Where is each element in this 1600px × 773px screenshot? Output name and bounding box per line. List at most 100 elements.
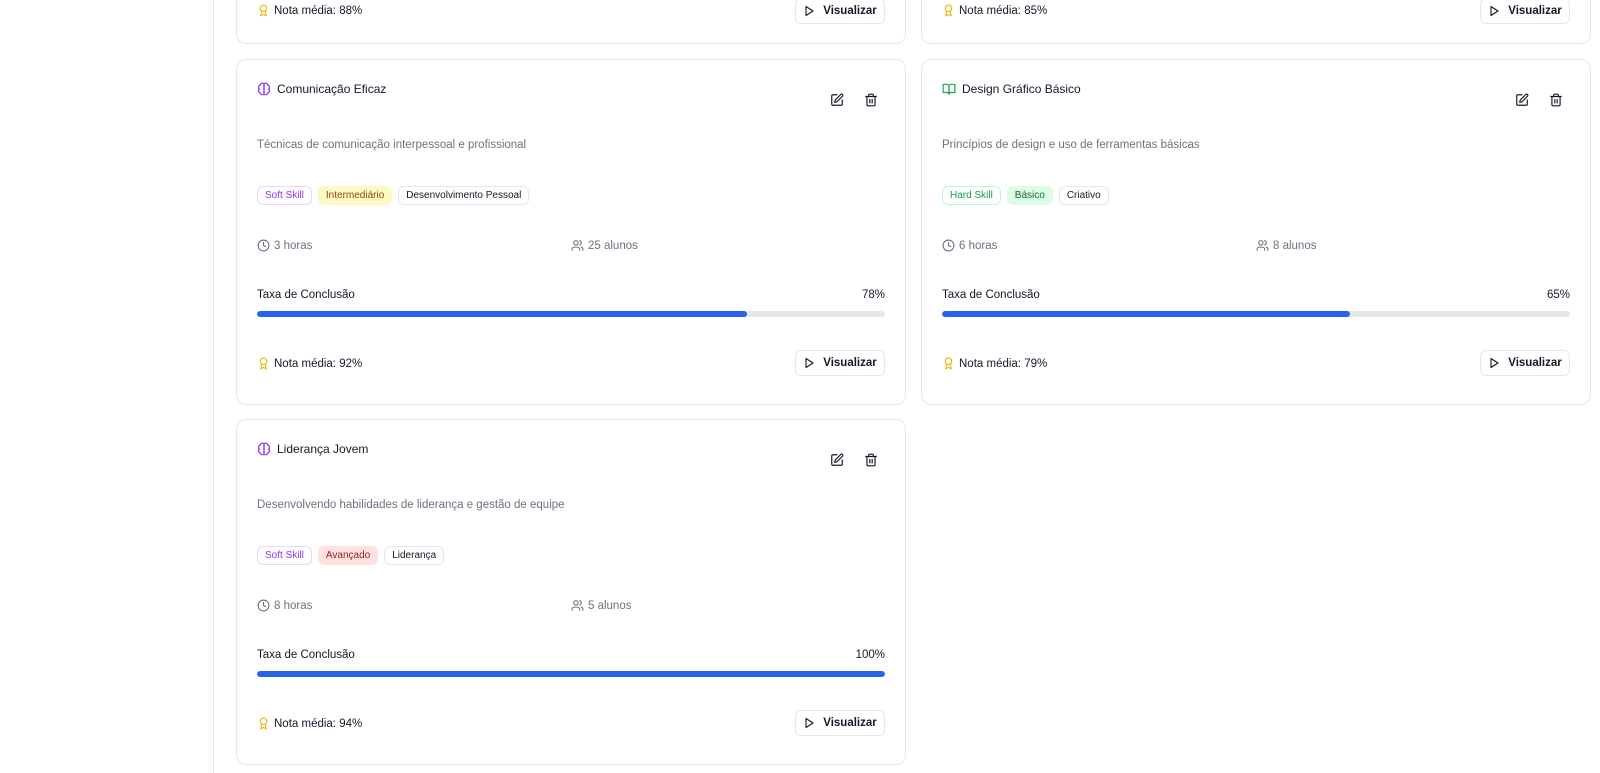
completion-rate: Taxa de Conclusão 100% — [257, 649, 885, 661]
delete-button[interactable] — [857, 86, 885, 114]
users-icon — [571, 599, 584, 612]
completion-rate-label: Taxa de Conclusão — [942, 289, 1040, 301]
average-score-label: Nota média: 92% — [274, 357, 363, 370]
book-open-icon — [942, 82, 956, 96]
course-description: Técnicas de comunicação interpessoal e p… — [257, 139, 527, 151]
completion-rate-label: Taxa de Conclusão — [257, 289, 355, 301]
edit-icon — [1515, 93, 1529, 107]
category-badge: Criativo — [1058, 186, 1109, 205]
award-icon — [942, 4, 955, 17]
tag-list: Soft Skill Intermediário Desenvolvimento… — [257, 186, 530, 205]
average-score: Nota média: 92% — [257, 357, 362, 370]
trash-icon — [864, 453, 878, 467]
progress-fill — [942, 311, 1351, 317]
card-actions — [1508, 86, 1570, 114]
card-actions — [823, 86, 885, 114]
category-badge: Liderança — [384, 546, 445, 565]
average-score: Nota média: 94% — [257, 717, 362, 730]
edit-icon — [830, 453, 844, 467]
skill-type-badge: Soft Skill — [257, 546, 312, 565]
view-button-label: Visualizar — [1508, 357, 1562, 369]
play-icon — [1488, 5, 1500, 17]
duration: 3 horas — [257, 239, 312, 252]
course-description: Princípios de design e uso de ferramenta… — [942, 139, 1200, 151]
average-score: Nota média: 85% — [942, 4, 1047, 17]
brain-icon — [257, 442, 271, 456]
student-count: 5 alunos — [571, 599, 631, 612]
view-button[interactable]: Visualizar — [1480, 0, 1570, 24]
users-icon — [571, 239, 584, 252]
progress-bar — [257, 671, 885, 677]
course-title: Liderança Jovem — [257, 442, 368, 456]
skill-type-badge: Soft Skill — [257, 186, 312, 205]
play-icon — [803, 717, 815, 729]
course-title-text: Design Gráfico Básico — [962, 82, 1081, 96]
tag-list: Hard Skill Básico Criativo — [942, 186, 1109, 205]
brain-icon — [257, 82, 271, 96]
trash-icon — [1549, 93, 1563, 107]
completion-rate-label: Taxa de Conclusão — [257, 649, 355, 661]
play-icon — [803, 357, 815, 369]
course-title: Design Gráfico Básico — [942, 82, 1081, 96]
award-icon — [257, 357, 270, 370]
view-button[interactable]: Visualizar — [1480, 350, 1570, 376]
edit-icon — [830, 93, 844, 107]
level-badge: Avançado — [317, 546, 379, 565]
delete-button[interactable] — [1542, 86, 1570, 114]
student-count-text: 8 alunos — [1273, 239, 1317, 252]
completion-rate: Taxa de Conclusão 65% — [942, 289, 1570, 301]
progress-bar — [257, 311, 885, 317]
clock-icon — [257, 599, 270, 612]
student-count: 8 alunos — [1256, 239, 1316, 252]
edit-button[interactable] — [823, 446, 851, 474]
view-button-label: Visualizar — [823, 5, 877, 17]
course-title-text: Liderança Jovem — [277, 442, 369, 456]
completion-rate: Taxa de Conclusão 78% — [257, 289, 885, 301]
duration: 8 horas — [257, 599, 312, 612]
clock-icon — [942, 239, 955, 252]
clock-icon — [257, 239, 270, 252]
tag-list: Soft Skill Avançado Liderança — [257, 546, 445, 565]
award-icon — [257, 717, 270, 730]
student-count-text: 5 alunos — [588, 599, 632, 612]
average-score: Nota média: 88% — [257, 4, 362, 17]
average-score-label: Nota média: 85% — [959, 4, 1048, 17]
trash-icon — [864, 93, 878, 107]
course-card-partial: Nota média: 85% Visualizar — [921, 0, 1591, 44]
view-button[interactable]: Visualizar — [795, 710, 885, 736]
duration-text: 3 horas — [274, 239, 313, 252]
duration-text: 6 horas — [959, 239, 998, 252]
award-icon — [942, 357, 955, 370]
level-badge: Intermediário — [317, 186, 393, 205]
award-icon — [257, 4, 270, 17]
delete-button[interactable] — [857, 446, 885, 474]
duration: 6 horas — [942, 239, 997, 252]
edit-button[interactable] — [823, 86, 851, 114]
skill-type-badge: Hard Skill — [942, 186, 1001, 205]
view-button-label: Visualizar — [823, 357, 877, 369]
course-description: Desenvolvendo habilidades de liderança e… — [257, 499, 565, 511]
level-badge: Básico — [1006, 186, 1053, 205]
completion-rate-value: 65% — [1546, 289, 1570, 301]
average-score-label: Nota média: 79% — [959, 357, 1048, 370]
view-button[interactable]: Visualizar — [795, 350, 885, 376]
progress-fill — [257, 671, 885, 677]
progress-bar — [942, 311, 1570, 317]
course-card-partial: Nota média: 88% Visualizar — [236, 0, 906, 44]
student-count: 25 alunos — [571, 239, 638, 252]
view-button[interactable]: Visualizar — [795, 0, 885, 24]
course-title: Comunicação Eficaz — [257, 82, 386, 96]
course-card: Liderança Jovem Desenvolvendo habilidade… — [236, 419, 906, 765]
average-score-label: Nota média: 94% — [274, 717, 363, 730]
users-icon — [1256, 239, 1269, 252]
student-count-text: 25 alunos — [588, 239, 638, 252]
view-button-label: Visualizar — [823, 717, 877, 729]
course-title-text: Comunicação Eficaz — [277, 82, 387, 96]
duration-text: 8 horas — [274, 599, 313, 612]
average-score: Nota média: 79% — [942, 357, 1047, 370]
sidebar — [0, 0, 214, 773]
play-icon — [1488, 357, 1500, 369]
average-score-label: Nota média: 88% — [274, 4, 363, 17]
edit-button[interactable] — [1508, 86, 1536, 114]
course-card: Comunicação Eficaz Técnicas de comunicaç… — [236, 59, 906, 405]
